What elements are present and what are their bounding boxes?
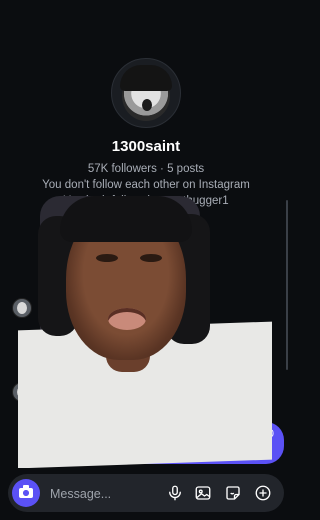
floating-video-overlay[interactable] [18, 196, 272, 469]
sticker-icon[interactable] [222, 482, 244, 504]
profile-username[interactable]: 1300saint [0, 138, 292, 155]
profile-avatar[interactable] [111, 58, 181, 128]
message-composer [8, 474, 284, 512]
microphone-icon[interactable] [164, 482, 186, 504]
gallery-icon[interactable] [192, 482, 214, 504]
message-input[interactable] [48, 483, 162, 505]
follow-status: You don't follow each other on Instagram [42, 179, 250, 191]
camera-icon[interactable] [12, 479, 40, 507]
profile-header: 1300saint 57K followers · 5 posts You do… [0, 58, 292, 209]
message-composer-bar [0, 468, 292, 520]
scrollbar[interactable] [286, 200, 288, 370]
profile-stats: 57K followers · 5 posts [87, 163, 205, 175]
add-circle-icon[interactable] [252, 482, 274, 504]
